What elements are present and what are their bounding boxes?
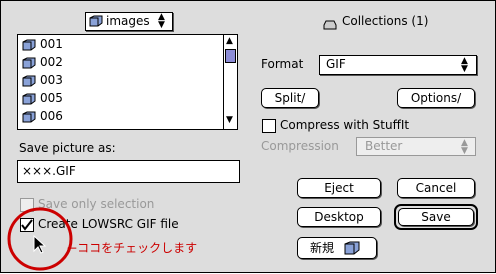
mouse-pointer-icon bbox=[33, 235, 47, 254]
file-name: 002 bbox=[40, 55, 63, 69]
file-name: 003 bbox=[40, 73, 63, 87]
folder-popup[interactable]: images ▲ ▼ bbox=[85, 12, 173, 31]
file-list-item[interactable]: 003 bbox=[18, 71, 237, 89]
save-button[interactable]: Save bbox=[398, 208, 474, 226]
file-list[interactable]: 001 002 003 005 006 ▲ ▼ bbox=[17, 34, 238, 130]
folder-popup-label: images bbox=[106, 14, 150, 28]
scroll-thumb[interactable] bbox=[225, 49, 236, 63]
folder-icon bbox=[344, 241, 360, 255]
compress-checkbox[interactable] bbox=[262, 119, 276, 133]
file-name: 006 bbox=[40, 109, 63, 123]
file-list-item[interactable]: 002 bbox=[18, 53, 237, 71]
annotation-text: ←ココをチェックします bbox=[67, 241, 198, 255]
file-name: 005 bbox=[40, 91, 63, 105]
save-as-label: Save picture as: bbox=[19, 141, 116, 155]
compression-label: Compression bbox=[261, 139, 339, 153]
options-button[interactable]: Options/ bbox=[397, 88, 475, 108]
save-as-field[interactable]: ×××.GIF bbox=[17, 160, 240, 183]
folder-icon bbox=[22, 57, 36, 68]
scroll-up-arrow-icon[interactable]: ▲ bbox=[226, 36, 233, 46]
collections-label: Collections (1) bbox=[342, 14, 429, 28]
folder-icon bbox=[22, 93, 36, 104]
compression-popup-value: Better bbox=[365, 139, 403, 153]
disk-icon bbox=[323, 20, 337, 30]
file-list-item[interactable]: 005 bbox=[18, 89, 237, 107]
new-folder-button[interactable]: 新規 bbox=[297, 237, 377, 259]
file-list-item[interactable]: 006 bbox=[18, 107, 237, 125]
compress-label: Compress with StuffIt bbox=[280, 118, 410, 132]
file-name: 001 bbox=[40, 37, 63, 51]
popup-arrows-icon: ▲ ▼ bbox=[158, 12, 165, 30]
folder-icon bbox=[22, 111, 36, 122]
format-popup[interactable]: GIF ▲ ▼ bbox=[319, 55, 477, 75]
compression-popup[interactable]: Better ▲ ▼ bbox=[356, 137, 476, 156]
folder-icon bbox=[22, 75, 36, 86]
eject-button[interactable]: Eject bbox=[297, 178, 381, 198]
format-popup-value: GIF bbox=[326, 57, 346, 71]
save-dialog: images ▲ ▼ 001 002 003 005 006 ▲ ▼ Save pictu… bbox=[0, 0, 496, 273]
split-button[interactable]: Split/ bbox=[261, 88, 319, 108]
popup-arrows-icon: ▲ ▼ bbox=[461, 56, 468, 74]
desktop-button[interactable]: Desktop bbox=[297, 207, 381, 227]
new-folder-label: 新規 bbox=[310, 241, 335, 255]
format-label: Format bbox=[261, 57, 304, 71]
scroll-down-arrow-icon[interactable]: ▼ bbox=[226, 115, 233, 125]
folder-icon bbox=[22, 39, 36, 50]
save-as-value: ×××.GIF bbox=[22, 164, 76, 178]
cancel-button[interactable]: Cancel bbox=[397, 178, 475, 198]
file-list-item[interactable]: 001 bbox=[18, 35, 237, 53]
file-list-scrollbar[interactable]: ▲ ▼ bbox=[223, 35, 237, 129]
folder-icon bbox=[89, 15, 103, 27]
popup-arrows-icon: ▲ ▼ bbox=[461, 138, 468, 156]
